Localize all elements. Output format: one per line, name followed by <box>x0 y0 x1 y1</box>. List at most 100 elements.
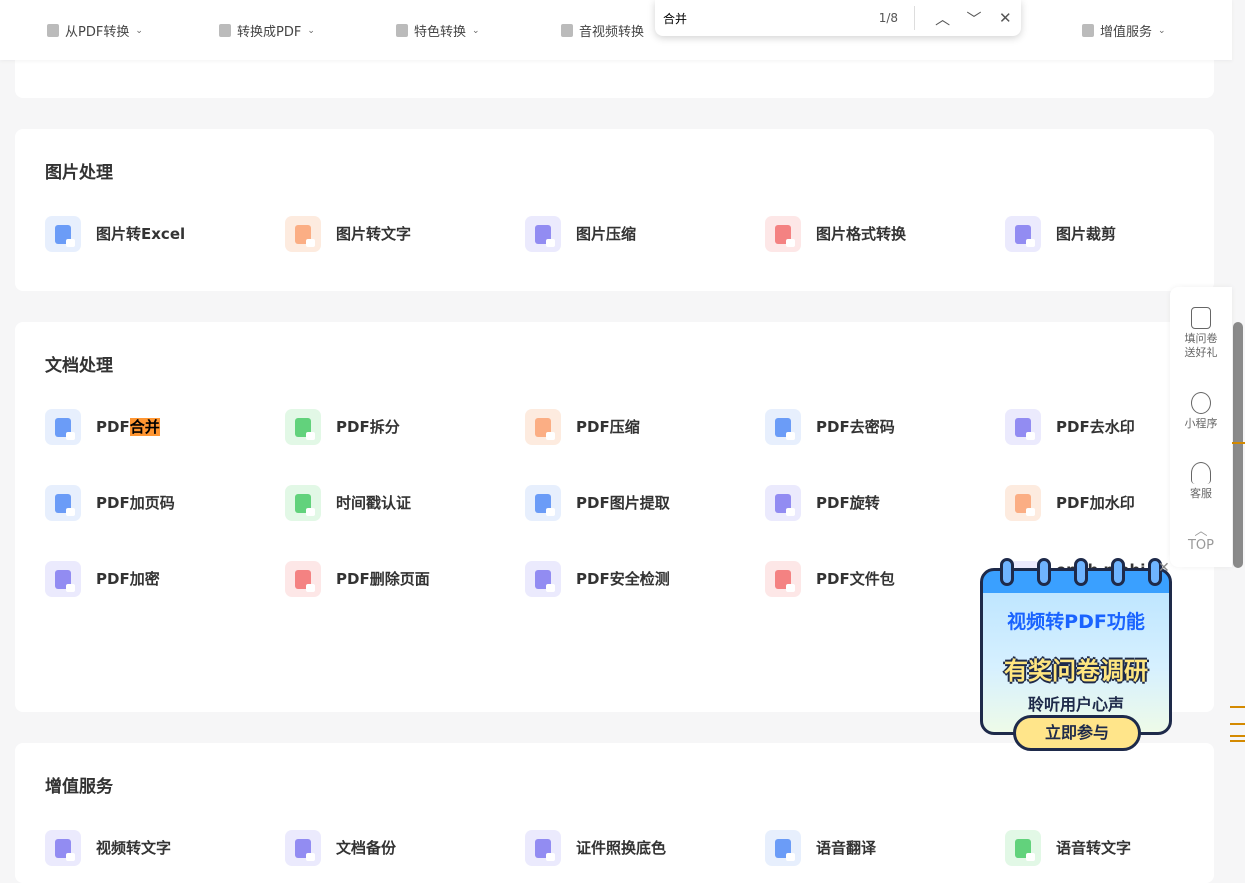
survey-button[interactable]: 填问卷 送好礼 <box>1170 307 1232 360</box>
tool-item[interactable]: 证件照换底色 <box>525 830 666 866</box>
scrollbar-thumb[interactable] <box>1233 322 1243 568</box>
tool-label: PDF图片提取 <box>576 494 670 512</box>
ring-icon <box>1074 558 1088 586</box>
tool-item[interactable]: PDF文件包 <box>765 561 895 597</box>
tool-label: PDF压缩 <box>576 418 640 436</box>
tool-label: 图片转Excel <box>96 225 186 243</box>
chevron-down-icon: ⌄ <box>1158 25 1166 36</box>
find-prev-icon[interactable]: ︿ <box>927 8 958 29</box>
section-title: 文档处理 <box>45 356 113 376</box>
top-button[interactable]: ︿ TOP <box>1170 525 1232 553</box>
tool-label: PDF加页码 <box>96 494 175 512</box>
tool-icon <box>285 216 321 252</box>
miniapp-label: 小程序 <box>1184 417 1218 430</box>
survey-promo-banner[interactable]: 视频转PDF功能 有奖问卷调研 聆听用户心声 立即参与 ✕ <box>980 558 1172 753</box>
join-button[interactable]: 立即参与 <box>1013 715 1141 751</box>
tool-item[interactable]: 时间戳认证 <box>285 485 411 521</box>
survey-label: 填问卷 送好礼 <box>1184 332 1218 359</box>
nav-label: 从PDF转换 <box>65 25 130 40</box>
tool-icon <box>45 830 81 866</box>
find-close-icon[interactable]: ✕ <box>990 9 1021 27</box>
tool-label: PDF加密 <box>96 570 160 588</box>
tool-icon <box>765 409 801 445</box>
tool-label: PDF文件包 <box>816 570 895 588</box>
tool-item[interactable]: 语音转文字 <box>1005 830 1131 866</box>
chevron-down-icon: ⌄ <box>135 25 143 36</box>
find-input[interactable]: 合并 <box>663 10 859 27</box>
tool-label: 证件照换底色 <box>576 839 667 857</box>
tool-icon <box>1005 216 1041 252</box>
tool-icon <box>525 561 561 597</box>
tool-item[interactable]: PDF安全检测 <box>525 561 670 597</box>
tool-item[interactable]: 图片转Excel <box>45 216 185 252</box>
service-label: 客服 <box>1190 487 1212 500</box>
tool-label: PDF删除页面 <box>336 570 430 588</box>
tool-icon <box>525 830 561 866</box>
tool-label: PDF安全检测 <box>576 570 670 588</box>
ring-icon <box>1000 558 1014 586</box>
tool-item[interactable]: 图片压缩 <box>525 216 636 252</box>
ring-icon <box>1111 558 1125 586</box>
tool-icon <box>285 485 321 521</box>
find-next-icon[interactable]: ﹀ <box>958 8 989 29</box>
section-title: 图片处理 <box>45 163 113 183</box>
tool-icon <box>765 830 801 866</box>
shield-icon <box>396 24 408 37</box>
tool-label: 时间戳认证 <box>336 494 412 512</box>
tool-item[interactable]: PDF加密 <box>45 561 160 597</box>
tool-item[interactable]: 视频转文字 <box>45 830 171 866</box>
tool-item[interactable]: PDF 合并 <box>45 409 160 445</box>
section-image: 图片处理图片转Excel 图片转文字 图片压缩 图片格式转换 图片裁剪 <box>15 129 1214 291</box>
service-button[interactable]: 客服 <box>1170 462 1232 501</box>
nav-av[interactable]: 音视频转换 <box>561 21 644 40</box>
nav-to-pdf[interactable]: 转换成PDF ⌄ <box>219 21 315 40</box>
promo-title: 视频转PDF功能 <box>1007 611 1145 633</box>
list-icon <box>1082 24 1094 37</box>
tool-item[interactable]: PDF删除页面 <box>285 561 430 597</box>
tool-icon <box>1005 409 1041 445</box>
tool-item[interactable]: PDF图片提取 <box>525 485 670 521</box>
tool-item[interactable]: 图片格式转换 <box>765 216 906 252</box>
find-bar: 合并 1/8 ︿ ﹀ ✕ <box>655 0 1021 36</box>
tool-icon <box>45 485 81 521</box>
tool-item[interactable]: 文档备份 <box>285 830 396 866</box>
tool-item[interactable]: PDF加水印 <box>1005 485 1135 521</box>
tool-label: 图片格式转换 <box>816 225 907 243</box>
tool-item[interactable]: 图片转文字 <box>285 216 411 252</box>
tool-item[interactable]: PDF压缩 <box>525 409 640 445</box>
pdf-icon <box>47 24 59 37</box>
nav-value[interactable]: 增值服务 ⌄ <box>1082 21 1166 40</box>
tool-icon <box>1005 485 1041 521</box>
tool-item[interactable]: PDF去密码 <box>765 409 895 445</box>
chevron-down-icon: ⌄ <box>307 25 315 36</box>
tool-item[interactable]: PDF加页码 <box>45 485 175 521</box>
nav-label: 增值服务 <box>1100 25 1153 40</box>
miniapp-button[interactable]: 小程序 <box>1170 392 1232 431</box>
ring-icon <box>1037 558 1051 586</box>
top-label: TOP <box>1187 538 1214 553</box>
tool-label: 图片裁剪 <box>1056 225 1117 243</box>
tool-item[interactable]: 图片裁剪 <box>1005 216 1116 252</box>
tool-label: PDF <box>96 418 130 436</box>
tool-item[interactable]: PDF去水印 <box>1005 409 1135 445</box>
find-marker <box>1230 740 1245 742</box>
survey-icon <box>1191 307 1211 329</box>
tool-item[interactable]: PDF拆分 <box>285 409 400 445</box>
nav-from-pdf[interactable]: 从PDF转换 ⌄ <box>47 21 143 40</box>
tool-icon <box>45 561 81 597</box>
tool-icon <box>285 561 321 597</box>
nav-special[interactable]: 特色转换 ⌄ <box>396 21 480 40</box>
promo-body: 视频转PDF功能 有奖问卷调研 聆听用户心声 <box>980 568 1172 735</box>
find-marker <box>1230 735 1245 737</box>
tool-label: 图片转文字 <box>336 225 412 243</box>
tool-icon <box>525 485 561 521</box>
tool-item[interactable]: PDF旋转 <box>765 485 880 521</box>
tool-item[interactable]: 语音翻译 <box>765 830 876 866</box>
tool-label: PDF加水印 <box>1056 494 1135 512</box>
video-icon <box>561 24 573 37</box>
close-icon[interactable]: ✕ <box>1158 560 1170 576</box>
find-highlight: 合并 <box>129 418 160 436</box>
tool-icon <box>525 409 561 445</box>
tool-icon <box>765 561 801 597</box>
tool-icon <box>285 409 321 445</box>
